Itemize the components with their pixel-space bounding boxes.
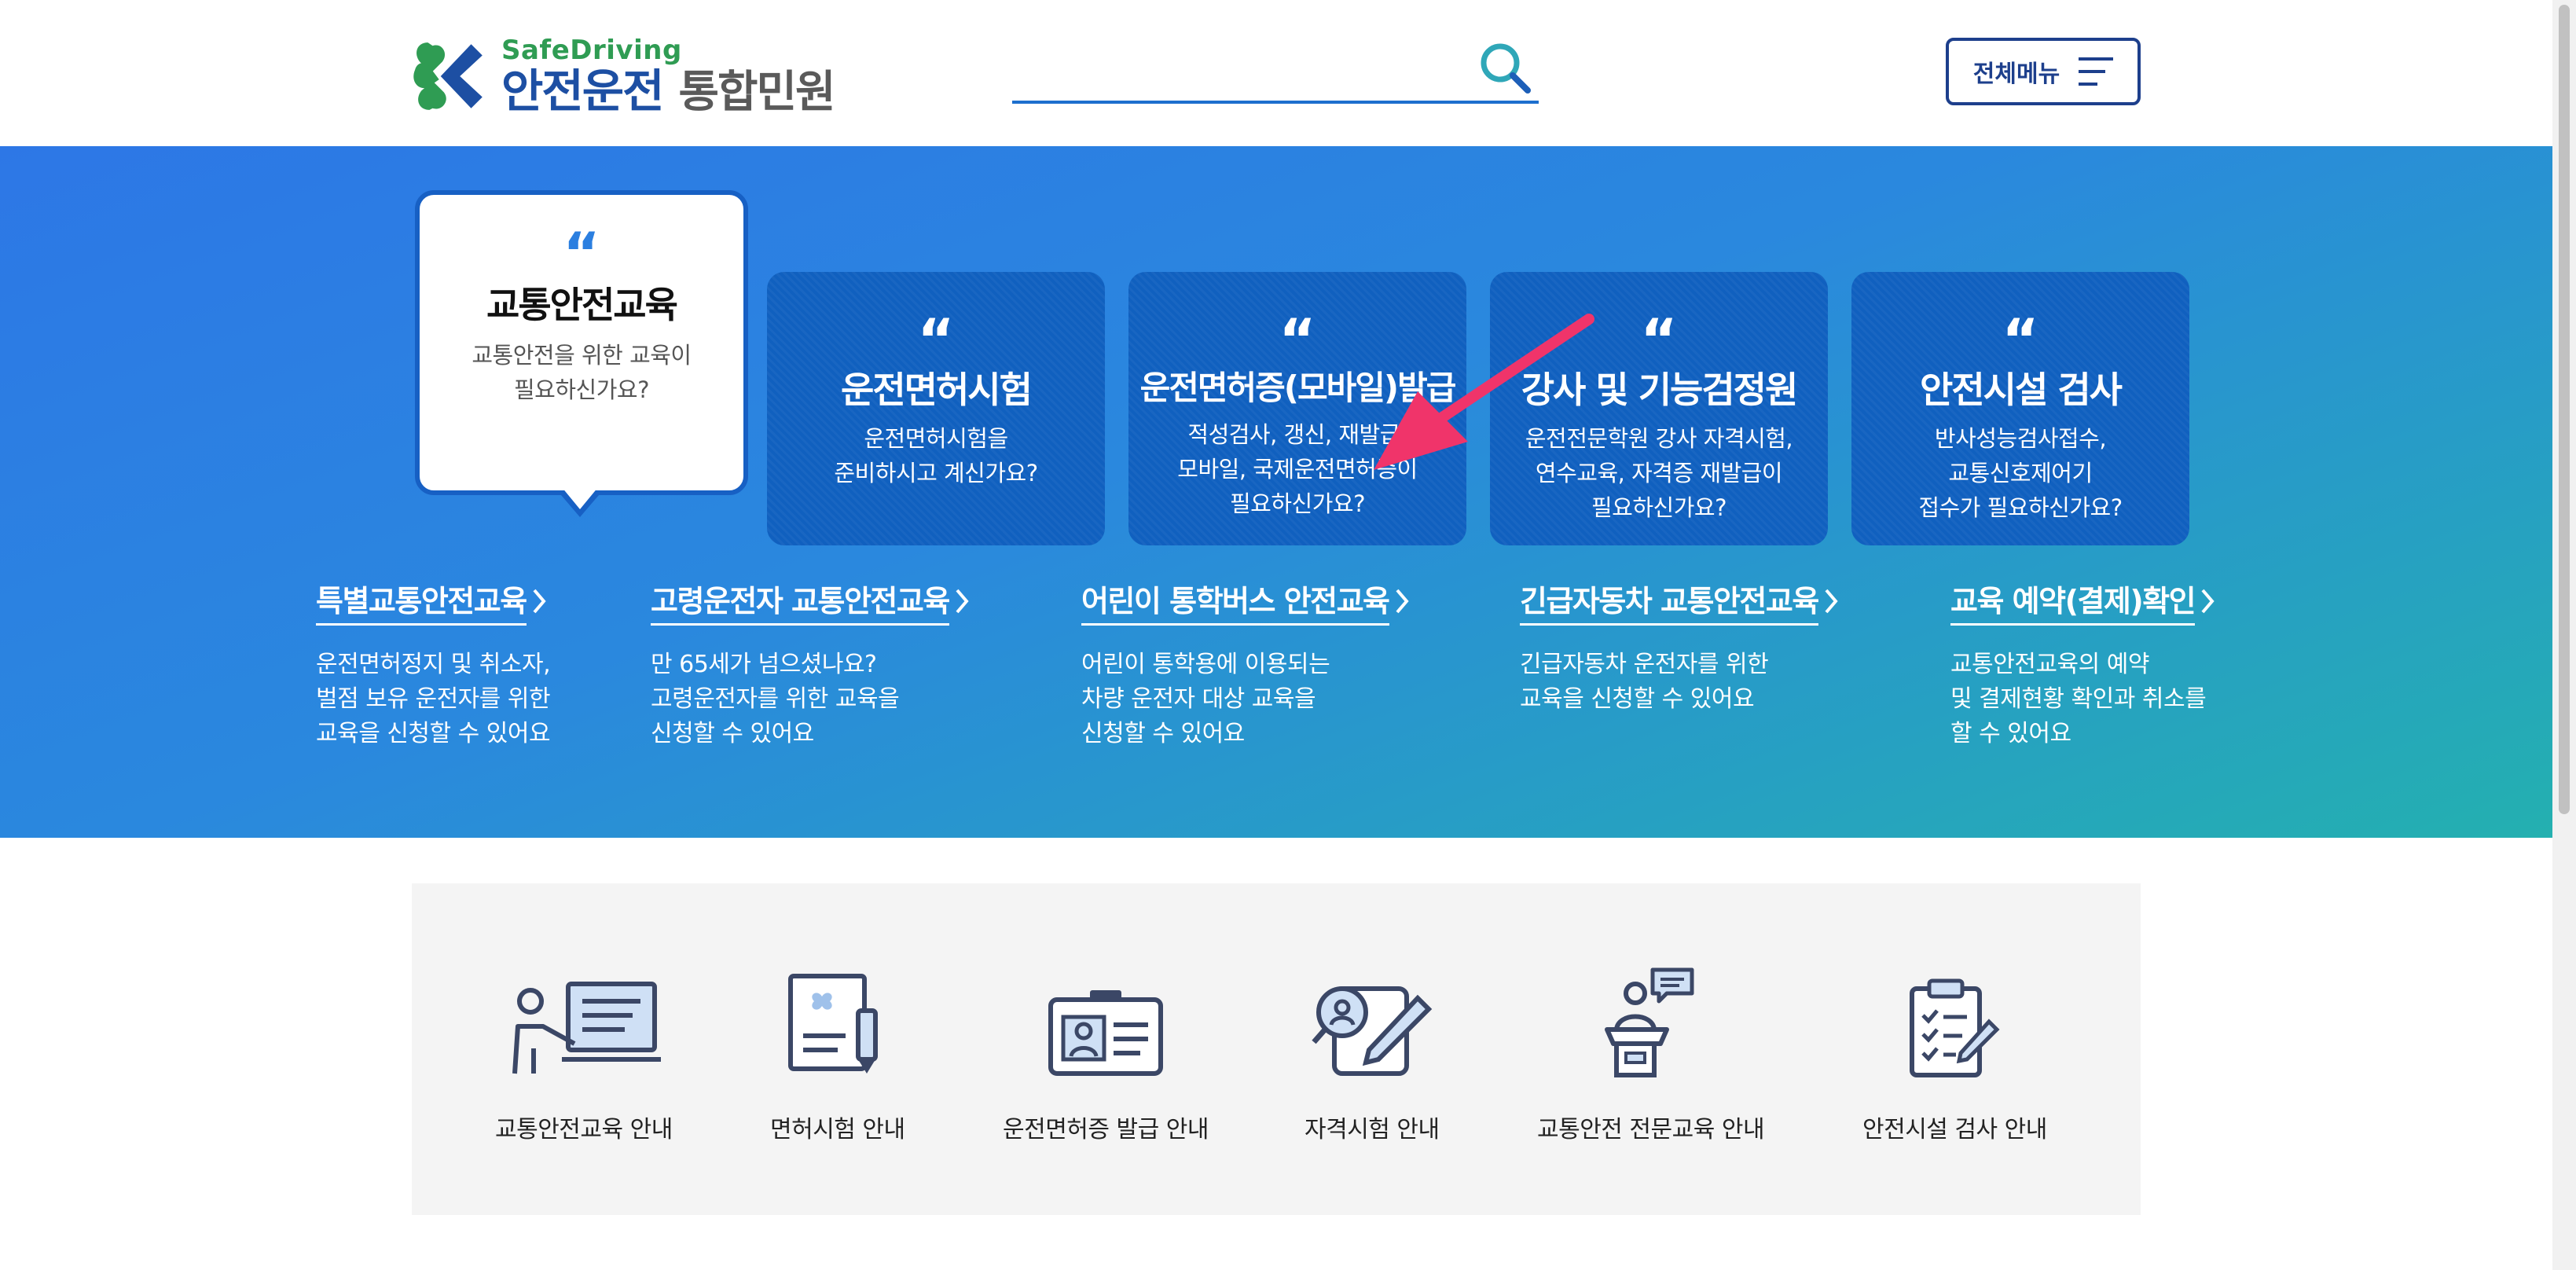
bubble-tail-inner bbox=[558, 483, 602, 509]
service-label: 교통안전 전문교육 안내 bbox=[1537, 1116, 1765, 1143]
link-elderly-driver-education[interactable]: 고령운전자 교통안전교육 만 65세가 넘으셨나요? 고령운전자를 위한 교육을… bbox=[651, 577, 970, 751]
chevron-right-icon bbox=[1825, 589, 1838, 614]
link-description: 운전면허정지 및 취소자, 벌점 보유 운전자를 위한 교육을 신청할 수 있어… bbox=[316, 651, 551, 747]
link-description: 교통안전교육의 예약 및 결제현황 확인과 취소를 할 수 있어요 bbox=[1950, 651, 2207, 747]
chevron-right-icon bbox=[956, 589, 969, 614]
card-description: 반사성능검사접수, 교통신호제어기 접수가 필요하신가요? bbox=[1918, 425, 2123, 521]
hamburger-icon bbox=[2079, 57, 2114, 86]
id-card-icon bbox=[1048, 990, 1163, 1076]
hero-section: “ 교통안전교육 교통안전을 위한 교육이 필요하신가요? “ 운전면허시험 운… bbox=[0, 146, 2552, 838]
card-title: 운전면허시험 bbox=[841, 369, 1033, 411]
link-emergency-vehicle-education[interactable]: 긴급자동차 교통안전교육 긴급자동차 운전자를 위한 교육을 신청할 수 있어요 bbox=[1520, 577, 1839, 717]
service-label: 교통안전교육 안내 bbox=[495, 1116, 673, 1143]
clover-logo-icon bbox=[413, 42, 483, 110]
search-bar bbox=[1012, 31, 1539, 104]
link-description: 긴급자동차 운전자를 위한 교육을 신청할 수 있어요 bbox=[1520, 651, 1769, 713]
service-traffic-education-guide[interactable]: 교통안전교육 안내 bbox=[495, 971, 673, 1144]
card-description: 교통안전을 위한 교육이 필요하신가요? bbox=[472, 342, 692, 403]
search-input[interactable] bbox=[1012, 31, 1468, 101]
service-safety-facility-guide[interactable]: 안전시설 검사 안내 bbox=[1862, 971, 2047, 1144]
chevron-right-icon bbox=[533, 589, 546, 614]
quote-icon: “ bbox=[1279, 306, 1316, 373]
service-license-issuance-guide[interactable]: 운전면허증 발급 안내 bbox=[1003, 971, 1209, 1144]
service-guide-strip: 교통안전교육 안내 면허시험 안내 운전면허증 발급 안내 자격시험 안내 교통… bbox=[412, 883, 2141, 1215]
qualification-exam-icon bbox=[1312, 986, 1433, 1076]
quote-icon: “ bbox=[2002, 306, 2039, 373]
full-menu-label: 전체메뉴 bbox=[1972, 61, 2060, 88]
card-safety-facility-inspection[interactable]: “ 안전시설 검사 반사성능검사접수, 교통신호제어기 접수가 필요하신가요? bbox=[1851, 272, 2189, 545]
logo-title: 안전운전 bbox=[501, 64, 664, 118]
speaker-podium-icon bbox=[1604, 967, 1694, 1077]
lecture-icon bbox=[512, 982, 661, 1074]
service-label: 안전시설 검사 안내 bbox=[1862, 1116, 2047, 1143]
logo-subtitle: SafeDriving bbox=[501, 35, 682, 66]
link-education-reservation-check[interactable]: 교육 예약(결제)확인 교통안전교육의 예약 및 결제현황 확인과 취소를 할 … bbox=[1950, 577, 2215, 751]
card-title: 교통안전교육 bbox=[486, 284, 678, 326]
checklist-icon bbox=[1910, 978, 2000, 1077]
logo-title-suffix: 통합민원 bbox=[678, 67, 835, 118]
quote-icon: “ bbox=[917, 306, 955, 373]
search-icon bbox=[1481, 43, 1531, 94]
scrollbar-thumb[interactable] bbox=[2559, 5, 2570, 814]
link-title: 어린이 통학버스 안전교육 bbox=[1081, 577, 1390, 626]
search-button[interactable] bbox=[1476, 39, 1534, 97]
card-description: 적성검사, 갱신, 재발급, 모바일, 국제운전면허증이 필요하신가요? bbox=[1177, 421, 1418, 517]
license-exam-icon bbox=[787, 974, 878, 1074]
link-title: 고령운전자 교통안전교육 bbox=[651, 577, 950, 626]
quote-icon: “ bbox=[563, 220, 600, 286]
link-title: 교육 예약(결제)확인 bbox=[1950, 577, 2196, 626]
card-license-exam[interactable]: “ 운전면허시험 운전면허시험을 준비하시고 계신가요? bbox=[767, 272, 1105, 545]
service-professional-education-guide[interactable]: 교통안전 전문교육 안내 bbox=[1537, 967, 1765, 1144]
service-label: 면허시험 안내 bbox=[770, 1116, 905, 1143]
link-description: 어린이 통학용에 이용되는 차량 운전자 대상 교육을 신청할 수 있어요 bbox=[1081, 651, 1330, 747]
card-title: 안전시설 검사 bbox=[1920, 369, 2123, 411]
card-title: 운전면허증(모바일)발급 bbox=[1139, 369, 1457, 407]
link-special-traffic-education[interactable]: 특별교통안전교육 운전면허정지 및 취소자, 벌점 보유 운전자를 위한 교육을… bbox=[316, 577, 551, 751]
site-header: SafeDriving 안전운전 통합민원 전체메뉴 bbox=[0, 0, 2552, 146]
card-description: 운전면허시험을 준비하시고 계신가요? bbox=[834, 425, 1038, 486]
link-school-bus-education[interactable]: 어린이 통학버스 안전교육 어린이 통학용에 이용되는 차량 운전자 대상 교육… bbox=[1081, 577, 1410, 751]
service-license-exam-guide[interactable]: 면허시험 안내 bbox=[770, 971, 905, 1144]
link-title: 특별교통안전교육 bbox=[316, 577, 527, 626]
service-label: 자격시험 안내 bbox=[1305, 1116, 1440, 1143]
card-traffic-safety-education[interactable]: “ 교통안전교육 교통안전을 위한 교육이 필요하신가요? bbox=[415, 190, 748, 637]
link-title: 긴급자동차 교통안전교육 bbox=[1520, 577, 1819, 626]
site-logo[interactable]: SafeDriving 안전운전 통합민원 bbox=[410, 35, 836, 118]
service-qualification-exam-guide[interactable]: 자격시험 안내 bbox=[1305, 971, 1440, 1144]
chevron-right-icon bbox=[2201, 589, 2215, 614]
link-description: 만 65세가 넘으셨나요? 고령운전자를 위한 교육을 신청할 수 있어요 bbox=[651, 651, 900, 747]
chevron-right-icon bbox=[1396, 589, 1409, 614]
card-bubble: “ 교통안전교육 교통안전을 위한 교육이 필요하신가요? bbox=[415, 190, 748, 495]
page-scrollbar[interactable] bbox=[2552, 0, 2576, 1270]
card-license-issuance[interactable]: “ 운전면허증(모바일)발급 적성검사, 갱신, 재발급, 모바일, 국제운전면… bbox=[1128, 272, 1466, 545]
full-menu-button[interactable]: 전체메뉴 bbox=[1946, 38, 2141, 105]
quote-icon: “ bbox=[1640, 306, 1678, 373]
card-title: 강사 및 기능검정원 bbox=[1521, 369, 1799, 411]
service-label: 운전면허증 발급 안내 bbox=[1003, 1116, 1209, 1143]
card-instructor-examiner[interactable]: “ 강사 및 기능검정원 운전전문학원 강사 자격시험, 연수교육, 자격증 재… bbox=[1490, 272, 1828, 545]
card-description: 운전전문학원 강사 자격시험, 연수교육, 자격증 재발급이 필요하신가요? bbox=[1525, 425, 1793, 521]
